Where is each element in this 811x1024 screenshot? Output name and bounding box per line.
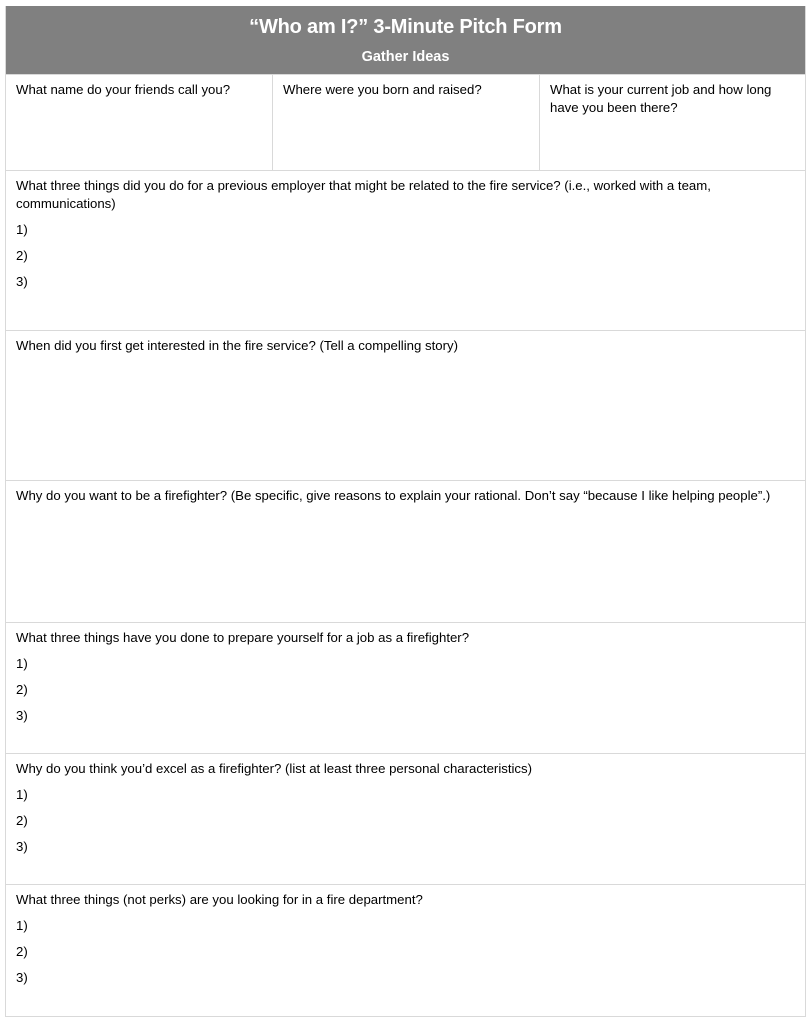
current-job-field[interactable]: What is your current job and how long ha… [539, 75, 805, 170]
interest-story-section[interactable]: When did you first get interested in the… [6, 331, 805, 481]
preparation-section[interactable]: What three things have you done to prepa… [6, 623, 805, 754]
list-item: 1) [16, 787, 28, 802]
list-item: 2) [16, 682, 28, 697]
question-text: Why do you want to be a firefighter? (Be… [16, 488, 771, 503]
list-item: 1) [16, 222, 28, 237]
basic-info-row: What name do your friends call you? Wher… [6, 75, 805, 171]
form-title: “Who am I?” 3-Minute Pitch Form [249, 16, 562, 38]
list-item: 2) [16, 813, 28, 828]
characteristics-section[interactable]: Why do you think you’d excel as a firefi… [6, 754, 805, 885]
list-item: 2) [16, 944, 28, 959]
list-item: 3) [16, 839, 28, 854]
birthplace-field[interactable]: Where were you born and raised? [272, 75, 539, 170]
question-text: Why do you think you’d excel as a firefi… [16, 761, 533, 776]
list-item: 2) [16, 248, 28, 263]
field-label: Where were you born and raised? [283, 82, 482, 97]
list-item: 3) [16, 708, 28, 723]
list-item: 1) [16, 918, 28, 933]
field-label: What name do your friends call you? [16, 82, 231, 97]
question-text: When did you first get interested in the… [16, 338, 458, 353]
question-text: What three things have you done to prepa… [16, 630, 470, 645]
previous-employer-section[interactable]: What three things did you do for a previ… [6, 171, 805, 331]
list-item: 3) [16, 970, 28, 985]
list-item: 1) [16, 656, 28, 671]
form-subtitle: Gather Ideas [361, 49, 450, 65]
form-header: “Who am I?” 3-Minute Pitch Form Gather I… [6, 6, 805, 75]
question-text: What three things did you do for a previ… [16, 178, 711, 211]
department-wants-section[interactable]: What three things (not perks) are you lo… [6, 885, 805, 1017]
field-label: What is your current job and how long ha… [550, 82, 772, 115]
friends-name-field[interactable]: What name do your friends call you? [6, 75, 272, 170]
why-firefighter-section[interactable]: Why do you want to be a firefighter? (Be… [6, 481, 805, 623]
pitch-form: “Who am I?” 3-Minute Pitch Form Gather I… [5, 6, 806, 1017]
question-text: What three things (not perks) are you lo… [16, 892, 423, 907]
list-item: 3) [16, 274, 28, 289]
